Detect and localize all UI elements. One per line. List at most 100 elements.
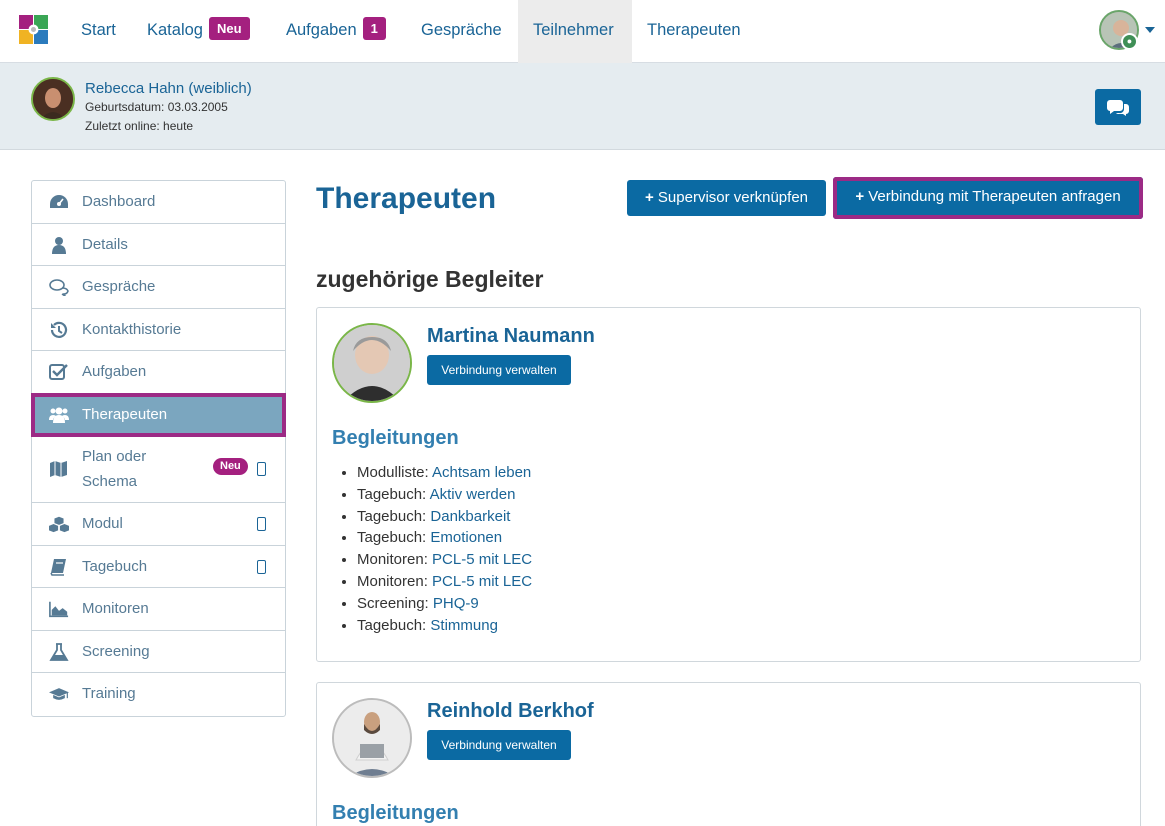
list-item: Modulliste: Achtsam leben — [357, 462, 532, 484]
manage-connection-button[interactable]: Verbindung verwalten — [427, 730, 571, 760]
sidebar-item-monitoren[interactable]: Monitoren — [32, 588, 285, 631]
item-type: Tagebuch: — [357, 507, 427, 525]
sidebar-item-dashboard[interactable]: Dashboard — [32, 181, 285, 224]
new-badge: Neu — [208, 17, 250, 40]
eye-icon: ● — [1121, 33, 1138, 50]
companionships-title: Begleitungen — [332, 427, 459, 449]
item-link[interactable]: Stimmung — [430, 617, 498, 634]
page-title: Therapeuten — [316, 182, 497, 215]
book-icon — [50, 558, 66, 576]
patient-birthdate: Geburtsdatum: 03.03.2005 — [85, 100, 228, 114]
nav-teilnehmer[interactable]: Teilnehmer — [518, 0, 632, 63]
patient-last-online: Zuletzt online: heute — [85, 119, 194, 133]
item-link[interactable]: Achtsam leben — [432, 464, 531, 481]
checkbox-icon — [49, 364, 68, 380]
therapist-name[interactable]: Reinhold Berkhof — [427, 700, 594, 723]
count-badge: 1 — [362, 17, 386, 40]
item-link[interactable]: Dankbarkeit — [430, 508, 510, 525]
list-item: Tagebuch: Stimmung — [357, 615, 532, 637]
sidebar-item-label: Details — [82, 235, 128, 253]
patient-name[interactable]: Rebecca Hahn (weiblich) — [85, 80, 252, 97]
history-icon — [50, 321, 68, 338]
nav-gespraeche[interactable]: Gespräche — [406, 0, 517, 63]
item-type: Monitoren: — [357, 551, 428, 569]
companionships-title: Begleitungen — [332, 802, 459, 824]
sidebar-item-label: Aufgaben — [82, 363, 147, 380]
section-title: zugehörige Begleiter — [316, 266, 544, 292]
item-type: Tagebuch: — [357, 616, 427, 634]
therapist-avatar — [332, 698, 412, 778]
sidebar-item-details[interactable]: Details — [32, 224, 285, 266]
patient-avatar — [31, 77, 75, 121]
link-supervisor-label: Supervisor verknüpfen — [657, 189, 809, 206]
link-supervisor-button[interactable]: + Supervisor verknüpfen — [627, 180, 826, 216]
nav-start[interactable]: Start — [66, 0, 131, 63]
plus-icon: + — [855, 188, 865, 205]
mobile-phone-icon — [257, 517, 266, 531]
therapist-card: Reinhold Berkhof Verbindung verwalten Be… — [316, 682, 1141, 826]
item-type: Modulliste: — [357, 464, 429, 481]
item-link[interactable]: PCL-5 mit LEC — [432, 573, 532, 590]
mobile-phone-icon — [257, 559, 266, 574]
request-therapist-button[interactable]: + Verbindung mit Therapeuten anfragen — [833, 177, 1143, 219]
sidebar-item-plan-oder-schema[interactable]: Plan oder Schema Neu — [32, 436, 285, 503]
cubes-icon — [49, 516, 69, 533]
list-item: Monitoren: PCL-5 mit LEC — [357, 549, 532, 571]
chat-icon — [49, 279, 69, 296]
patient-header: Rebecca Hahn (weiblich) Geburtsdatum: 03… — [0, 63, 1165, 150]
nav-katalog[interactable]: Katalog Neu — [132, 0, 265, 63]
sidebar-item-therapeuten[interactable]: Therapeuten — [31, 392, 286, 437]
comments-icon — [1107, 100, 1129, 116]
item-type: Tagebuch: — [357, 529, 427, 547]
sidebar-item-label: Training — [82, 685, 136, 702]
user-icon — [52, 236, 66, 254]
graduation-cap-icon — [49, 688, 69, 700]
users-icon — [49, 407, 69, 423]
therapist-avatar — [332, 323, 412, 403]
list-item: Tagebuch: Aktiv werden — [357, 484, 532, 506]
top-navbar: Start Katalog Neu Aufgaben 1 Gespräche Tei… — [0, 0, 1165, 63]
item-type: Screening: — [357, 594, 429, 612]
therapist-name[interactable]: Martina Naumann — [427, 325, 595, 348]
nav-aufgaben[interactable]: Aufgaben 1 — [271, 0, 401, 63]
sidebar-item-label: Screening — [82, 642, 150, 660]
sidebar-item-label: Modul — [82, 515, 123, 532]
item-link[interactable]: PHQ-9 — [433, 595, 479, 612]
manage-connection-button[interactable]: Verbindung verwalten — [427, 355, 571, 385]
caret-down-icon[interactable] — [1145, 27, 1155, 33]
item-type: Monitoren: — [357, 572, 428, 590]
sidebar-item-training[interactable]: Training — [32, 673, 285, 716]
chat-button[interactable] — [1095, 89, 1141, 125]
sidebar-item-tagebuch[interactable]: Tagebuch — [32, 546, 285, 588]
list-item: Tagebuch: Emotionen — [357, 527, 532, 549]
flask-icon — [49, 642, 69, 661]
sidebar-item-label: Plan oder Schema — [82, 448, 147, 490]
sidebar-item-kontakthistorie[interactable]: Kontakthistorie — [32, 309, 285, 351]
item-link[interactable]: Aktiv werden — [430, 486, 516, 503]
app-logo-icon[interactable] — [19, 15, 48, 47]
nav-therapeuten[interactable]: Therapeuten — [632, 0, 756, 63]
list-item: Tagebuch: Dankbarkeit — [357, 506, 532, 528]
list-item: Monitoren: PCL-5 mit LEC — [357, 571, 532, 593]
sidebar-item-aufgaben[interactable]: Aufgaben — [32, 351, 285, 394]
sidebar-item-gespraeche[interactable]: Gespräche — [32, 266, 285, 309]
plus-icon: + — [644, 189, 654, 206]
therapist-card: Martina Naumann Verbindung verwalten Beg… — [316, 307, 1141, 662]
list-item: Screening: PHQ-9 — [357, 593, 532, 615]
sidebar: Dashboard Details Gespräche Kontakthisto… — [31, 180, 286, 717]
item-type: Tagebuch: — [357, 485, 427, 503]
item-link[interactable]: Emotionen — [430, 529, 502, 546]
sidebar-item-label: Kontakthistorie — [82, 320, 182, 338]
item-link[interactable]: PCL-5 mit LEC — [432, 551, 532, 568]
dashboard-icon — [50, 195, 68, 208]
sidebar-item-modul[interactable]: Modul — [32, 503, 285, 546]
sidebar-item-label: Gespräche — [82, 278, 156, 295]
mobile-phone-icon — [257, 462, 266, 476]
sidebar-item-label: Dashboard — [82, 193, 156, 210]
area-chart-icon — [49, 601, 69, 618]
sidebar-item-screening[interactable]: Screening — [32, 631, 285, 673]
companionship-list: Modulliste: Achtsam leben Tagebuch: Akti… — [357, 462, 532, 636]
map-icon — [50, 461, 67, 477]
sidebar-item-label: Tagebuch — [82, 557, 148, 575]
request-therapist-label: Verbindung mit Therapeuten anfragen — [868, 188, 1121, 205]
